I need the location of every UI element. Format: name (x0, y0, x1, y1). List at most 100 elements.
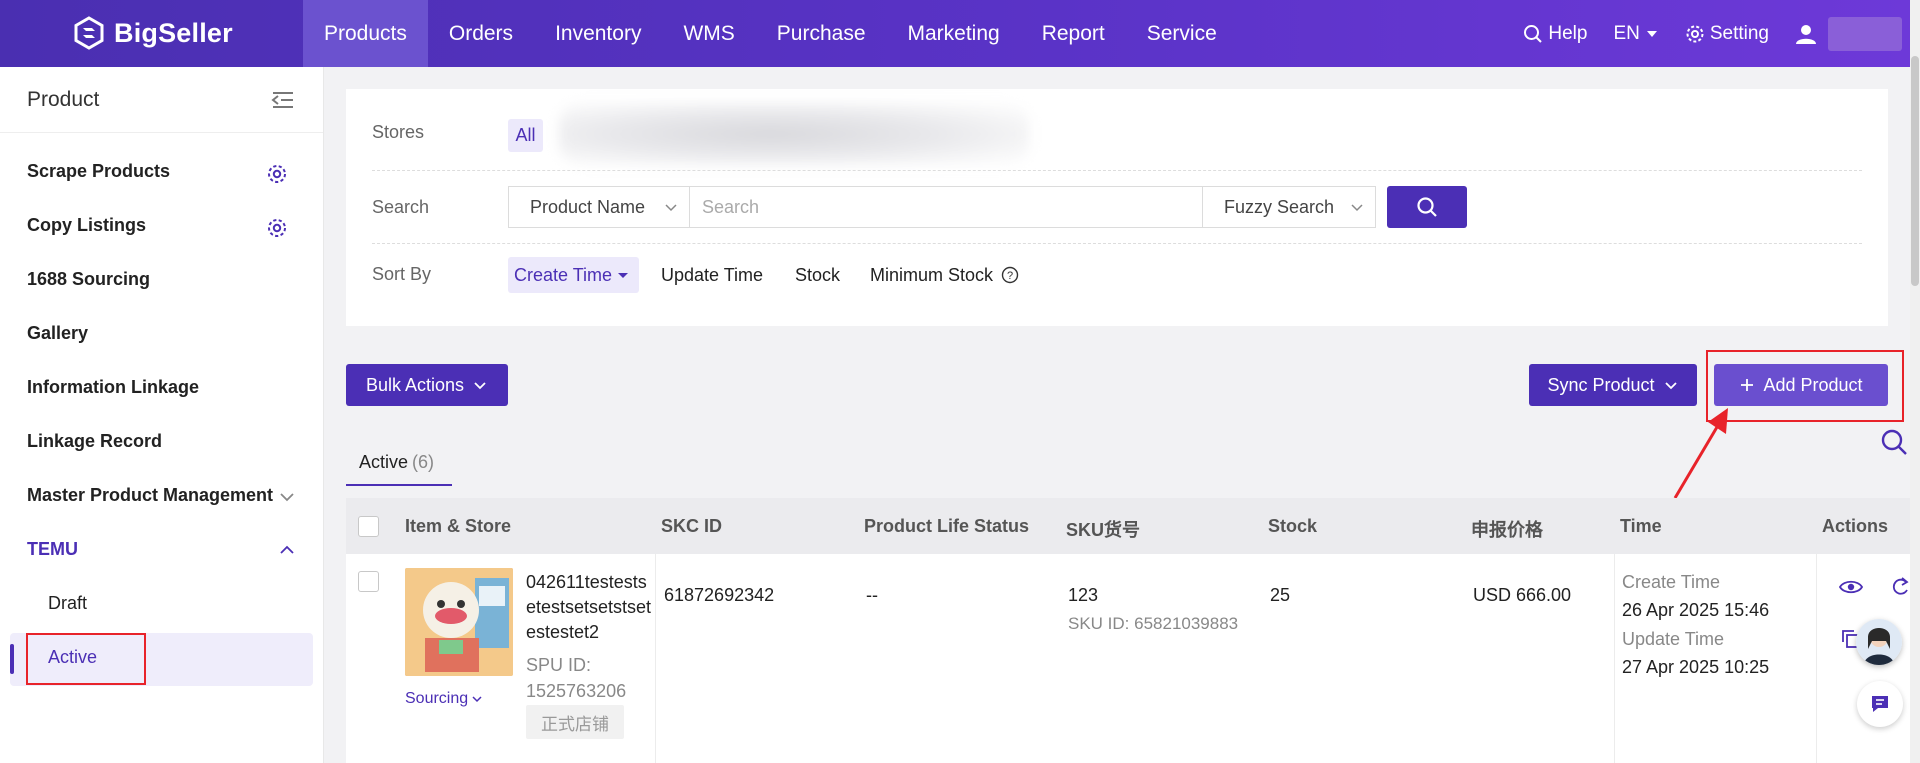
search-group: Product Name Fuzzy Search (508, 186, 1376, 228)
scrollbar[interactable] (1910, 0, 1920, 763)
nav-marketing[interactable]: Marketing (887, 0, 1021, 67)
gear-icon[interactable] (266, 217, 288, 239)
product-thumbnail[interactable] (405, 568, 513, 676)
sidebar-item-scrape-products[interactable]: Scrape Products (27, 161, 170, 182)
sort-update-time[interactable]: Update Time (661, 257, 763, 293)
chevron-down-icon (665, 204, 677, 212)
search-input[interactable] (690, 186, 1202, 228)
nav-orders[interactable]: Orders (428, 0, 534, 67)
gear-icon[interactable] (266, 163, 288, 185)
column-header: Item & Store (405, 516, 512, 536)
search-mode-select[interactable]: Fuzzy Search (1202, 186, 1376, 228)
sidebar-item-label: Master Product Management (27, 485, 274, 505)
help-label: Help (1548, 22, 1588, 44)
nav-service[interactable]: Service (1126, 0, 1238, 67)
sidebar-item-label: Information Linkage (27, 377, 200, 397)
highlight-box-active (26, 633, 146, 685)
bulk-actions-label: Bulk Actions (365, 374, 465, 395)
user-menu[interactable] (1795, 16, 1902, 51)
search-icon (1524, 24, 1543, 43)
help-circle-icon[interactable]: ? (1001, 266, 1019, 284)
sort-option-label: Create Time (514, 264, 613, 285)
column-header: Actions (1822, 516, 1889, 536)
sidebar-item-linkage-record[interactable]: Linkage Record (27, 431, 162, 452)
logo[interactable]: BigSeller (72, 16, 233, 50)
search-field-select[interactable]: Product Name (508, 186, 690, 228)
sidebar-item-temu[interactable]: TEMU (27, 539, 78, 560)
sidebar-item-label: Copy Listings (27, 215, 147, 235)
column-header: SKU货号 (1066, 520, 1141, 540)
sidebar-item-gallery[interactable]: Gallery (27, 323, 88, 344)
sidebar-item-master-product-management[interactable]: Master Product Management (27, 485, 273, 506)
divider (372, 170, 1862, 171)
sidebar-item-information-linkage[interactable]: Information Linkage (27, 377, 199, 398)
tab-label: Active (359, 451, 409, 472)
eye-icon[interactable] (1839, 578, 1863, 596)
sort-create-time[interactable]: Create Time (508, 257, 640, 293)
product-image-icon (405, 568, 513, 676)
sync-icon[interactable] (1890, 576, 1910, 598)
user-icon (1796, 24, 1816, 44)
gear-icon (1686, 25, 1704, 42)
create-time-value: 26 Apr 2025 15:46 (1622, 600, 1770, 620)
sort-minimum-stock[interactable]: Minimum Stock ? (870, 257, 1019, 293)
column-header: 申报价格 (1471, 520, 1543, 540)
search-mode-value: Fuzzy Search (1224, 196, 1335, 217)
stock-value: 25 (1270, 585, 1291, 605)
table-header: Item & Store SKC ID Product Life Status … (346, 498, 1910, 554)
search-icon[interactable] (1880, 428, 1908, 456)
nav-purchase[interactable]: Purchase (756, 0, 887, 67)
nav-inventory[interactable]: Inventory (534, 0, 662, 67)
nav-wms[interactable]: WMS (662, 0, 755, 67)
sidebar-subitem-draft[interactable]: Draft (48, 593, 87, 614)
agent-avatar-icon (1856, 619, 1902, 665)
stores-label: Stores (372, 122, 425, 142)
language-label: EN (1613, 22, 1640, 44)
tab-count: (6) (412, 451, 435, 472)
support-agent-avatar[interactable] (1856, 619, 1902, 665)
row-checkbox[interactable] (358, 571, 379, 592)
help-link[interactable]: Help (1523, 23, 1587, 45)
tab-active[interactable]: Active (6) (346, 440, 452, 486)
sidebar-item-label: Gallery (27, 323, 89, 343)
bigseller-logo-icon (74, 16, 104, 50)
nav-products[interactable]: Products (303, 0, 428, 67)
column-divider (655, 554, 656, 763)
setting-label: Setting (1709, 22, 1769, 44)
svg-text:?: ? (1007, 270, 1013, 282)
collapse-menu-icon[interactable] (271, 90, 295, 110)
chevron-down-icon (472, 696, 482, 703)
stores-all-chip[interactable]: All (508, 119, 543, 152)
sidebar-item-label: 1688 Sourcing (27, 269, 151, 289)
chevron-down-icon[interactable] (278, 488, 296, 506)
sidebar-item-1688-sourcing[interactable]: 1688 Sourcing (27, 269, 150, 290)
main-nav: Products Orders Inventory WMS Purchase M… (303, 0, 1238, 67)
sort-stock[interactable]: Stock (795, 257, 840, 293)
life-status: -- (866, 585, 878, 605)
avatar (1828, 16, 1902, 51)
nav-report[interactable]: Report (1021, 0, 1126, 67)
sidebar-title: Product (27, 87, 100, 111)
product-title[interactable]: 042611testestsetestsetsetstsetestestet2 (526, 570, 654, 645)
select-all-checkbox[interactable] (358, 516, 379, 537)
search-field-value: Product Name (530, 196, 646, 217)
table-row: 042611testestsetestsetsetstsetestestet2 … (346, 554, 1910, 763)
sourcing-dropdown[interactable]: Sourcing (405, 690, 484, 708)
spu-id: 1525763206 (526, 681, 627, 701)
language-selector[interactable]: EN (1613, 23, 1658, 45)
sidebar-item-label: TEMU (27, 539, 78, 559)
sku-code: 123 (1068, 585, 1099, 605)
chevron-up-icon[interactable] (278, 541, 296, 559)
search-button[interactable] (1387, 186, 1467, 228)
caret-down-icon (618, 273, 629, 278)
sidebar-item-copy-listings[interactable]: Copy Listings (27, 215, 146, 236)
column-header: SKC ID (661, 516, 723, 536)
sort-option-label: Minimum Stock (870, 264, 994, 285)
bulk-actions-button[interactable]: Bulk Actions (346, 364, 508, 406)
chat-button[interactable] (1857, 681, 1903, 727)
update-time-label: Update Time (1622, 629, 1725, 649)
sidebar-item-label: Linkage Record (27, 431, 163, 451)
setting-link[interactable]: Setting (1685, 23, 1769, 45)
scrollbar-thumb[interactable] (1911, 56, 1919, 286)
caret-down-icon (1646, 30, 1657, 37)
